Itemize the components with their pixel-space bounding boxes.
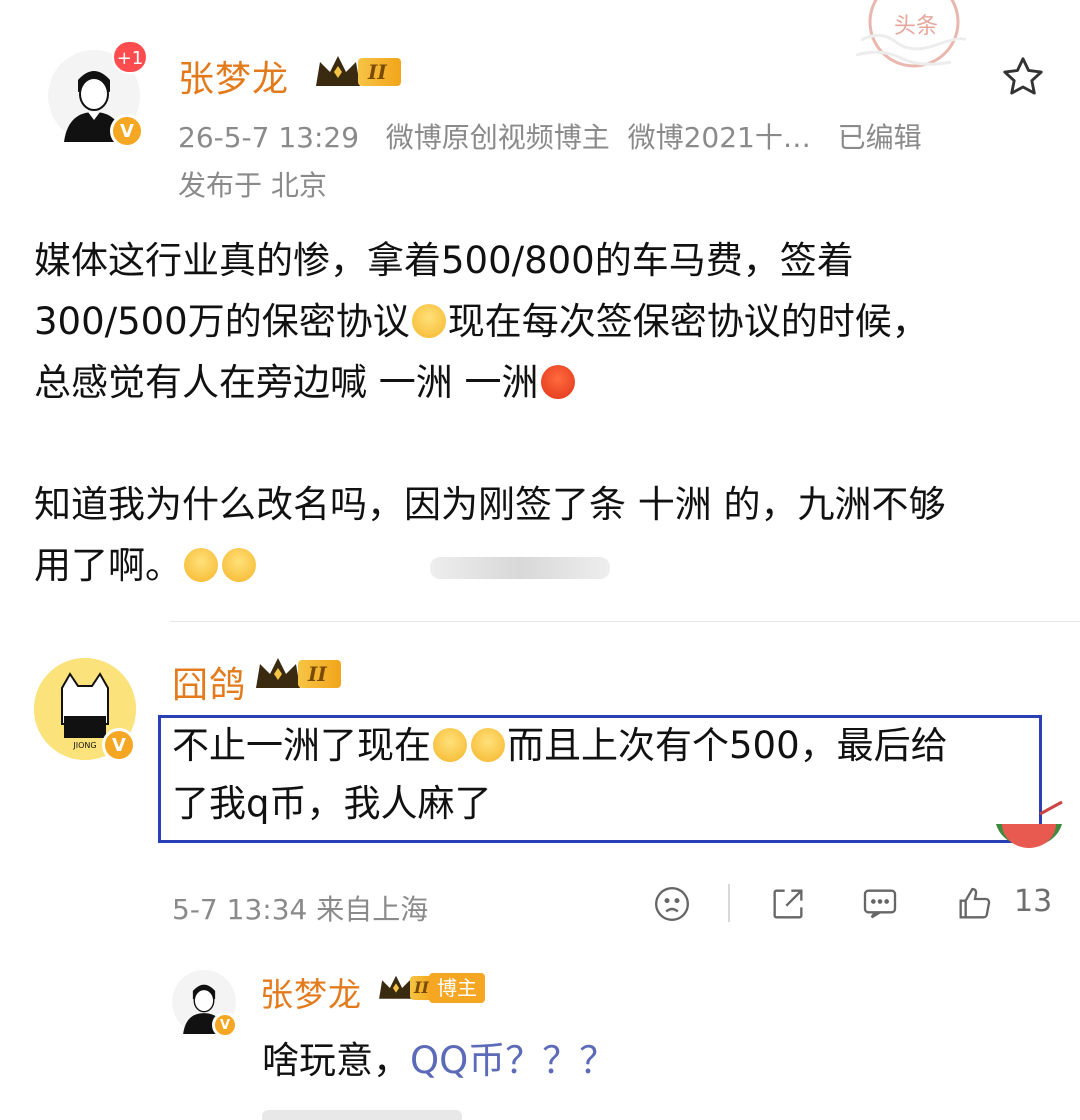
level-badge: II — [298, 660, 341, 688]
post-line-5: 用了啊。 — [34, 544, 182, 587]
sad-face-icon[interactable] — [652, 884, 692, 924]
blogger-badge: 博主 — [428, 973, 485, 1003]
crown-icon: II 博主 — [376, 970, 485, 1006]
svg-text:JIONG: JIONG — [72, 741, 96, 750]
separator — [728, 884, 730, 922]
post-line-1: 媒体这行业真的惨，拿着500/800的车马费，签着 — [34, 239, 854, 282]
watermelon-sticker — [994, 800, 1064, 860]
post-author-name[interactable]: 张梦龙 — [178, 50, 289, 102]
share-icon[interactable] — [768, 884, 808, 924]
level-badge: II — [358, 58, 401, 86]
cry-emoji-icon — [433, 728, 467, 762]
cry-emoji-icon — [222, 548, 256, 582]
comment-line-1a: 不止一洲了现在 — [172, 724, 431, 767]
comment-line-2: 了我q币，我人麻了 — [172, 782, 492, 825]
reply-footer-partial — [262, 1108, 1042, 1120]
reply-body: 啥玩意，QQ币？？？ — [262, 1030, 616, 1084]
reply-author-avatar[interactable]: V — [172, 970, 238, 1038]
cry-emoji-icon — [184, 548, 218, 582]
reply-link[interactable]: QQ币？？？ — [410, 1039, 616, 1082]
watermark-stamp: 头条 — [855, 0, 967, 78]
notification-badge: +1 — [112, 40, 148, 74]
verified-icon: V — [102, 728, 136, 762]
cry-emoji-icon — [471, 728, 505, 762]
post-author-avatar[interactable]: +1 V — [48, 40, 148, 148]
crown-icon: II — [252, 656, 341, 692]
post-time: 26-5-7 13:29 — [178, 121, 360, 154]
like-icon[interactable] — [954, 884, 994, 924]
comment-body: 不止一洲了现在 而且上次有个500，最后给 了我q币，我人麻了 — [172, 717, 1032, 833]
post-line-4: 知道我为什么改名吗，因为刚签了条 十洲 的，九洲不够 — [34, 483, 946, 526]
cry-emoji-icon — [411, 304, 446, 338]
watermark-text: 头条 — [894, 14, 939, 39]
like-count: 13 — [1014, 884, 1053, 919]
divider — [170, 621, 1080, 622]
post-meta-line: 26-5-7 13:29 微博原创视频博主 微博2021十… 已编辑 — [178, 116, 922, 156]
post-body: 媒体这行业真的惨，拿着500/800的车马费，签着 300/500万的保密协议现… — [34, 230, 1054, 596]
verified-icon: V — [110, 114, 144, 148]
post-tag-creator: 微博原创视频博主 — [385, 121, 610, 154]
post-line-2a: 300/500万的保密协议 — [34, 300, 410, 343]
post-edited: 已编辑 — [837, 121, 922, 154]
post-line-3: 总感觉有人在旁边喊 一洲 一洲 — [34, 361, 539, 404]
angry-emoji-icon — [540, 365, 575, 399]
post-location: 发布于 北京 — [178, 169, 327, 202]
comment-icon[interactable] — [860, 884, 900, 924]
verified-icon: V — [212, 1012, 238, 1038]
reply-author-name[interactable]: 张梦龙 — [260, 968, 362, 1016]
comment-author-name[interactable]: 囧鸽 — [172, 656, 246, 708]
crown-icon: II — [312, 54, 401, 90]
comment-line-1b: 而且上次有个500，最后给 — [507, 724, 948, 767]
reply-text: 啥玩意， — [262, 1039, 410, 1082]
comment-author-avatar[interactable]: JIONG V — [34, 658, 136, 762]
star-icon[interactable] — [1000, 54, 1046, 100]
comment-meta: 5-7 13:34 来自上海 — [172, 893, 429, 926]
post-tag-award: 微博2021十… — [627, 121, 811, 154]
blurred-watermark — [429, 556, 610, 579]
post-line-2b: 现在每次签保密协议的时候， — [447, 300, 929, 343]
